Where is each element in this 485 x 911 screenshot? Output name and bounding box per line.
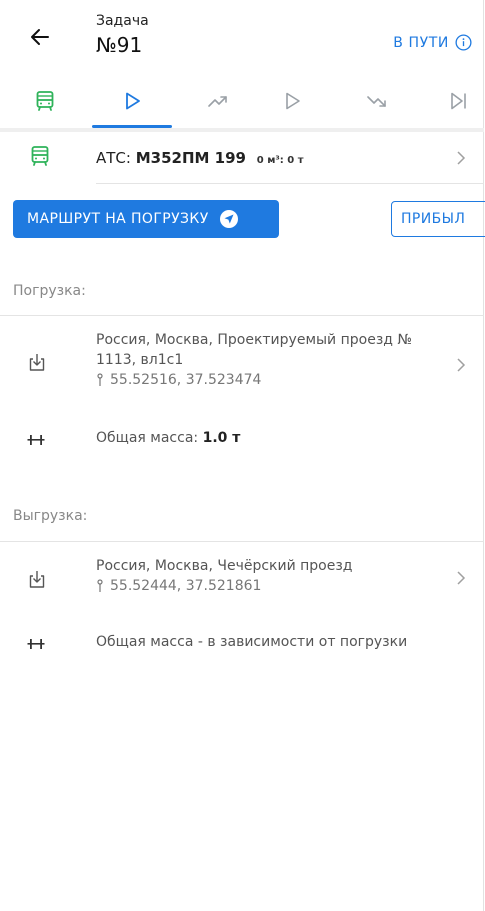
capacity-weight: 0 т <box>287 155 304 166</box>
loading-coords-text: 55.52516, 37.523474 <box>110 372 262 388</box>
loading-divider <box>0 315 484 316</box>
arrow-left-icon <box>31 29 49 45</box>
bus-icon <box>31 146 49 166</box>
vehicle-info: АТС: М352ПМ 199 0 м³: 0 т <box>96 149 304 167</box>
unloading-coords-text: 55.52444, 37.521861 <box>110 578 262 594</box>
unloading-divider <box>0 541 484 542</box>
task-label: Задача <box>96 13 149 29</box>
task-number: №91 <box>96 33 143 57</box>
tab-unloading-route[interactable] <box>357 79 397 123</box>
vehicle-plate: М352ПМ 199 <box>135 149 246 167</box>
arrived-button[interactable]: ПРИБЫЛ <box>391 201 485 237</box>
loading-section-title: Погрузка: <box>13 283 86 299</box>
loading-address-row[interactable]: Россия, Москва, Проектируемый проезд № 1… <box>0 330 484 396</box>
navigation-icon <box>219 210 238 228</box>
status-badge[interactable]: В ПУТИ <box>393 34 472 51</box>
route-to-loading-button[interactable]: МАРШРУТ НА ПОГРУЗКУ <box>13 200 279 238</box>
loading-mass-value: 1.0 т <box>202 430 241 446</box>
vehicle-prefix: АТС: <box>96 149 131 167</box>
vehicle-capacity: 0 м³: 0 т <box>256 155 304 166</box>
tabs-divider <box>0 128 484 132</box>
unloading-mass-row: Общая масса - в зависимости от погрузки <box>0 630 484 658</box>
unloading-address: Россия, Москва, Чечёрский проезд 55.5244… <box>96 556 444 596</box>
unloading-mass: Общая масса - в зависимости от погрузки <box>96 634 408 650</box>
tab-loading-route[interactable] <box>198 79 238 123</box>
tab-finish[interactable] <box>438 79 478 123</box>
step-tabs <box>0 79 484 128</box>
capacity-volume: 0 м³ <box>256 155 280 166</box>
dumbbell-icon <box>27 435 45 445</box>
unloading-address-row[interactable]: Россия, Москва, Чечёрский проезд 55.5244… <box>0 556 484 604</box>
route-button-label: МАРШРУТ НА ПОГРУЗКУ <box>27 211 209 227</box>
unloading-address-text: Россия, Москва, Чечёрский проезд <box>96 558 353 574</box>
loading-address: Россия, Москва, Проектируемый проезд № 1… <box>96 330 444 390</box>
loading-mass-row: Общая масса: 1.0 т <box>0 426 484 454</box>
back-button[interactable] <box>28 25 52 49</box>
play-outline-icon <box>286 92 300 110</box>
bus-icon <box>36 91 54 111</box>
unloading-section-title: Выгрузка: <box>13 508 88 524</box>
trend-up-icon <box>208 96 227 107</box>
download-tray-icon <box>29 354 45 371</box>
app-frame: Задача №91 В ПУТИ АТС: М352ПМ 199 0 м³: … <box>0 0 485 911</box>
unloading-coords: 55.52444, 37.521861 <box>96 576 444 596</box>
chevron-right-icon <box>457 151 466 165</box>
loading-mass-label: Общая масса: <box>96 430 199 446</box>
tab-vehicle[interactable] <box>25 79 65 123</box>
vehicle-row[interactable]: АТС: М352ПМ 199 0 м³: 0 т <box>0 134 484 182</box>
download-tray-icon <box>29 571 45 588</box>
chevron-right-icon <box>457 571 466 585</box>
tab-start[interactable] <box>112 79 152 123</box>
status-text: В ПУТИ <box>393 34 449 51</box>
play-outline-icon <box>126 92 140 110</box>
loading-mass: Общая масса: 1.0 т <box>96 430 240 446</box>
trend-down-icon <box>367 96 386 107</box>
vehicle-divider <box>96 183 484 184</box>
location-pin-icon <box>97 373 103 386</box>
chevron-right-icon <box>457 358 466 372</box>
location-pin-icon <box>97 579 103 592</box>
loading-coords: 55.52516, 37.523474 <box>96 370 444 390</box>
dumbbell-icon <box>27 639 45 649</box>
info-icon[interactable] <box>455 34 472 51</box>
loading-address-text: Россия, Москва, Проектируемый проезд № 1… <box>96 332 412 368</box>
skip-next-icon <box>451 92 466 110</box>
tab-loading[interactable] <box>272 79 312 123</box>
